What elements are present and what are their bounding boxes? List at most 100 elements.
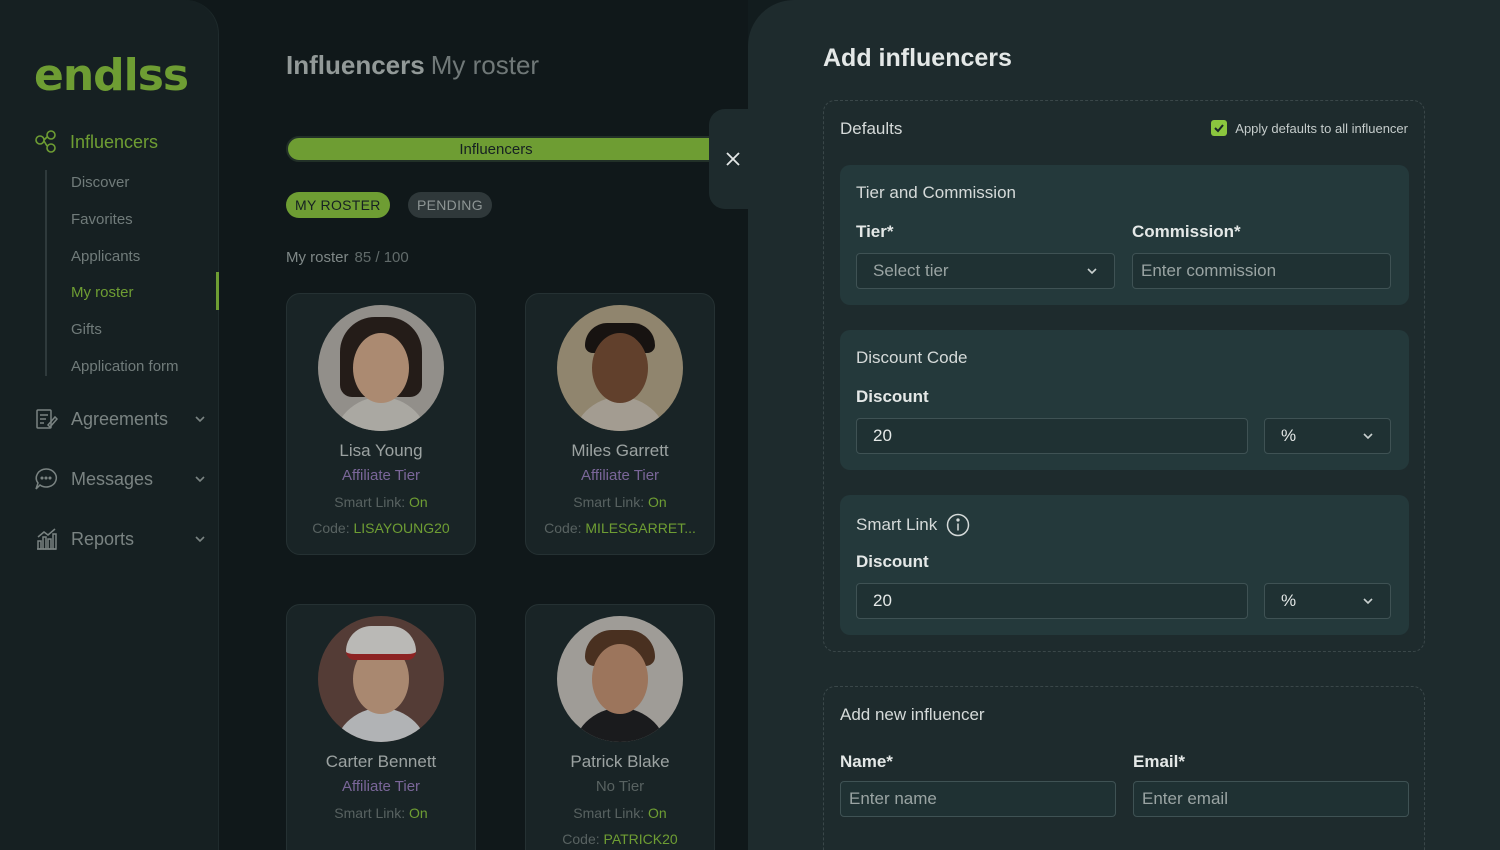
commission-label: Commission* bbox=[1132, 222, 1241, 241]
page-title: Influencers My roster bbox=[286, 50, 539, 81]
app-logo[interactable]: endlss bbox=[34, 50, 189, 101]
smart-link-value: On bbox=[409, 494, 428, 510]
smart-link-heading: Smart Link bbox=[856, 513, 970, 537]
page-subtitle: My roster bbox=[430, 50, 540, 80]
tier-commission-heading: Tier and Commission bbox=[856, 183, 1016, 202]
check-icon bbox=[1214, 124, 1225, 133]
email-input[interactable]: Enter email bbox=[1133, 781, 1409, 817]
bar-chart-icon bbox=[37, 528, 57, 550]
progress-label: Influencers bbox=[459, 140, 533, 158]
sidebar-item-gifts[interactable]: Gifts bbox=[71, 321, 102, 338]
apply-defaults-label: Apply defaults to all influencer bbox=[1235, 120, 1408, 136]
name-label: Name* bbox=[840, 752, 893, 771]
tier-label: Tier* bbox=[856, 222, 894, 241]
tab-my-roster[interactable]: MY ROSTER bbox=[286, 192, 390, 218]
smart-link-value: On bbox=[648, 494, 667, 510]
smart-link-status: Smart Link: On bbox=[287, 805, 475, 821]
influencer-name: Patrick Blake bbox=[570, 752, 670, 771]
influencer-tier: Affiliate Tier bbox=[580, 467, 660, 484]
sidebar-item-messages[interactable]: Messages bbox=[34, 467, 206, 491]
tier-select-value: Select tier bbox=[873, 261, 949, 280]
sidebar-item-label: Messages bbox=[71, 468, 154, 489]
avatar bbox=[557, 616, 683, 742]
sidebar-subnav: Discover Favorites Applicants My roster … bbox=[45, 170, 219, 376]
discount-code: Code: PATRICK20 bbox=[526, 831, 714, 847]
roster-count-value: 85 / 100 bbox=[354, 249, 409, 266]
tier-commission-card: Tier and Commission Tier* Select tier Co… bbox=[840, 165, 1409, 305]
email-label: Email* bbox=[1133, 752, 1185, 771]
roster-progress-bar: Influencers bbox=[286, 136, 726, 162]
discount-code: Code: LISAYOUNG20 bbox=[287, 520, 475, 536]
code-value: PATRICK20 bbox=[603, 831, 678, 847]
chevron-down-icon bbox=[1087, 268, 1097, 275]
commission-placeholder: Enter commission bbox=[1141, 261, 1277, 280]
smart-link-discount-label: Discount bbox=[856, 552, 929, 571]
chevron-down-icon bbox=[1363, 598, 1373, 605]
influencer-tier: Affiliate Tier bbox=[341, 778, 421, 795]
sidebar-item-application-form[interactable]: Application form bbox=[71, 358, 179, 375]
smart-link-label: Smart Link: bbox=[573, 805, 645, 821]
apply-defaults-checkbox[interactable]: Apply defaults to all influencer bbox=[1211, 120, 1408, 136]
tab-pending[interactable]: PENDING bbox=[408, 192, 492, 218]
sidebar-item-label: Agreements bbox=[71, 408, 169, 429]
sidebar-item-applicants[interactable]: Applicants bbox=[71, 248, 140, 265]
influencer-name: Miles Garrett bbox=[571, 441, 669, 460]
info-icon[interactable] bbox=[946, 513, 970, 537]
chevron-down-icon bbox=[195, 416, 205, 423]
smart-link-discount-input[interactable]: 20 bbox=[856, 583, 1248, 619]
sidebar-item-label: Influencers bbox=[70, 131, 159, 152]
defaults-heading: Defaults bbox=[840, 119, 903, 138]
document-edit-icon bbox=[36, 409, 58, 429]
discount-unit-select[interactable]: % bbox=[1264, 418, 1391, 454]
sidebar-item-my-roster[interactable]: My roster bbox=[71, 284, 134, 301]
email-placeholder: Enter email bbox=[1142, 789, 1228, 808]
influencer-card[interactable]: Carter Bennett Affiliate Tier Smart Link… bbox=[286, 604, 476, 850]
influencer-card[interactable]: Miles Garrett Affiliate Tier Smart Link:… bbox=[525, 293, 715, 555]
chat-icon bbox=[35, 468, 58, 490]
smart-link-value: On bbox=[409, 805, 428, 821]
checkbox-checked[interactable] bbox=[1211, 120, 1228, 136]
new-influencer-heading: Add new influencer bbox=[840, 705, 985, 724]
roster-count: My roster 85 / 100 bbox=[286, 249, 409, 266]
avatar bbox=[557, 305, 683, 431]
sidebar-item-influencers[interactable]: Influencers bbox=[32, 128, 158, 156]
panel-title: Add influencers bbox=[823, 44, 1012, 72]
name-input[interactable]: Enter name bbox=[840, 781, 1116, 817]
code-value: MILESGARRET... bbox=[585, 520, 696, 536]
smart-link-value: On bbox=[648, 805, 667, 821]
discount-code-card: Discount Code Discount 20 % bbox=[840, 330, 1409, 470]
influencer-card[interactable]: Patrick Blake No Tier Smart Link: On Cod… bbox=[525, 604, 715, 850]
sidebar-item-reports[interactable]: Reports bbox=[34, 527, 206, 551]
sidebar-item-favorites[interactable]: Favorites bbox=[71, 211, 133, 228]
sidebar-item-discover[interactable]: Discover bbox=[71, 174, 129, 191]
smart-link-card: Smart Link Discount 20 % bbox=[840, 495, 1409, 635]
smart-link-unit-select[interactable]: % bbox=[1264, 583, 1391, 619]
avatar bbox=[318, 616, 444, 742]
tier-select[interactable]: Select tier bbox=[856, 253, 1115, 289]
influencer-tier: No Tier bbox=[595, 778, 645, 795]
discount-input[interactable]: 20 bbox=[856, 418, 1248, 454]
smart-link-label: Smart Link: bbox=[573, 494, 645, 510]
smart-link-label: Smart Link: bbox=[334, 494, 406, 510]
influencer-card[interactable]: Lisa Young Affiliate Tier Smart Link: On… bbox=[286, 293, 476, 555]
smart-link-status: Smart Link: On bbox=[526, 494, 714, 510]
smart-link-discount-value: 20 bbox=[873, 591, 892, 610]
commission-input[interactable]: Enter commission bbox=[1132, 253, 1391, 289]
smart-link-unit-value: % bbox=[1281, 591, 1297, 610]
influencer-name: Lisa Young bbox=[339, 441, 423, 460]
discount-unit-value: % bbox=[1281, 426, 1297, 445]
chevron-down-icon bbox=[195, 536, 205, 543]
smart-link-status: Smart Link: On bbox=[526, 805, 714, 821]
add-influencers-panel: Add influencers Defaults Apply defaults … bbox=[748, 0, 1500, 850]
code-label: Code: bbox=[562, 831, 600, 847]
discount-code-heading: Discount Code bbox=[856, 348, 968, 367]
name-placeholder: Enter name bbox=[849, 789, 937, 808]
code-value: LISAYOUNG20 bbox=[353, 520, 450, 536]
smart-link-status: Smart Link: On bbox=[287, 494, 475, 510]
close-icon bbox=[726, 152, 740, 166]
influencer-tier: Affiliate Tier bbox=[341, 467, 421, 484]
code-label: Code: bbox=[312, 520, 350, 536]
discount-label: Discount bbox=[856, 387, 929, 406]
page-title-main: Influencers bbox=[286, 50, 425, 80]
sidebar-item-agreements[interactable]: Agreements bbox=[34, 407, 206, 431]
